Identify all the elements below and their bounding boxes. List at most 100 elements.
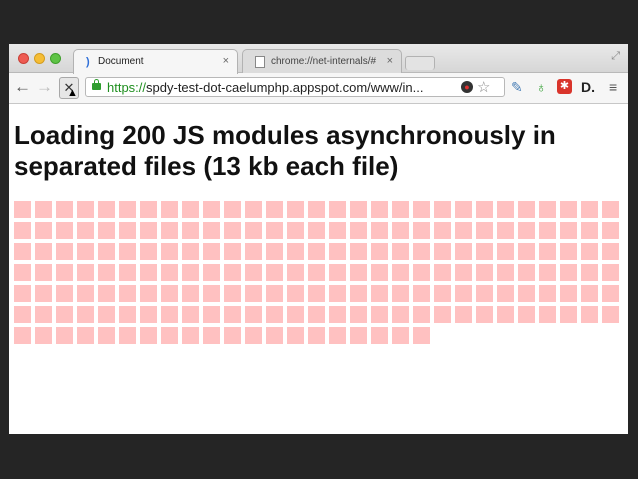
module-square (350, 264, 367, 281)
module-square (77, 243, 94, 260)
module-square (35, 306, 52, 323)
module-square (329, 243, 346, 260)
close-window-button[interactable] (18, 53, 29, 64)
red-extension-icon[interactable]: ✱ (557, 79, 572, 94)
module-square (224, 327, 241, 344)
minimize-window-button[interactable] (34, 53, 45, 64)
back-button[interactable]: ← (14, 78, 31, 96)
module-square (350, 222, 367, 239)
module-square (560, 264, 577, 281)
module-square (56, 243, 73, 260)
module-square (14, 327, 31, 344)
tab-document[interactable]: ) Document × (73, 49, 238, 74)
module-square (245, 264, 262, 281)
module-square (287, 201, 304, 218)
browser-window: ) Document × chrome://net-internals/# × … (9, 44, 628, 434)
module-square (455, 201, 472, 218)
eyedropper-icon[interactable]: ✎ (511, 79, 523, 95)
module-square (14, 222, 31, 239)
module-square (581, 243, 598, 260)
module-square (350, 201, 367, 218)
module-square (224, 222, 241, 239)
module-square (14, 264, 31, 281)
module-square (161, 264, 178, 281)
module-square (392, 327, 409, 344)
module-square (350, 306, 367, 323)
tab-close-icon[interactable]: × (387, 55, 393, 67)
module-square (308, 243, 325, 260)
module-square (392, 201, 409, 218)
title-bar: ) Document × chrome://net-internals/# × … (9, 44, 628, 74)
module-square (182, 285, 199, 302)
green-extension-icon[interactable]: ♁ (536, 79, 547, 95)
module-square (518, 222, 535, 239)
url-text: https://spdy-test-dot-caelumphp.appspot.… (107, 80, 452, 95)
zoom-window-button[interactable] (50, 53, 61, 64)
module-square (518, 264, 535, 281)
module-square (476, 243, 493, 260)
module-square (14, 243, 31, 260)
module-square (413, 243, 430, 260)
module-square (140, 285, 157, 302)
module-square (182, 222, 199, 239)
module-square (581, 306, 598, 323)
module-square (140, 264, 157, 281)
module-square (266, 285, 283, 302)
module-square (14, 285, 31, 302)
blocked-content-icon[interactable]: ● (461, 81, 473, 93)
module-square (560, 201, 577, 218)
module-square (455, 222, 472, 239)
new-tab-button[interactable] (405, 56, 435, 70)
module-square (434, 264, 451, 281)
forward-button[interactable]: → (36, 78, 53, 96)
module-square (392, 243, 409, 260)
fullscreen-icon[interactable]: ⤢ (611, 50, 620, 63)
module-square (581, 222, 598, 239)
module-square (98, 306, 115, 323)
module-square (224, 264, 241, 281)
module-square (140, 243, 157, 260)
module-square (266, 243, 283, 260)
module-square (581, 264, 598, 281)
module-square (35, 243, 52, 260)
module-square (413, 306, 430, 323)
menu-icon[interactable]: ≡ (609, 79, 617, 95)
module-square (434, 222, 451, 239)
module-square (245, 222, 262, 239)
module-square (518, 243, 535, 260)
module-square (392, 222, 409, 239)
module-square (392, 285, 409, 302)
d-extension-icon[interactable]: D. (581, 79, 595, 95)
module-square (455, 285, 472, 302)
tab-close-icon[interactable]: × (223, 55, 229, 67)
module-square (140, 306, 157, 323)
module-square (119, 327, 136, 344)
module-square (224, 306, 241, 323)
module-square (161, 222, 178, 239)
module-square (497, 201, 514, 218)
module-square (413, 264, 430, 281)
page-heading: Loading 200 JS modules asynchronously in… (14, 120, 556, 181)
tab-net-internals[interactable]: chrome://net-internals/# × (242, 49, 402, 73)
url-rest: spdy-test-dot-caelumphp.appspot.com/www/… (146, 80, 424, 95)
module-square (77, 264, 94, 281)
module-square (119, 285, 136, 302)
bookmark-star-icon[interactable]: ☆ (477, 78, 490, 96)
module-square (266, 327, 283, 344)
module-square (119, 201, 136, 218)
module-square (581, 285, 598, 302)
module-square (308, 222, 325, 239)
module-square (119, 243, 136, 260)
module-square (308, 327, 325, 344)
module-square (203, 264, 220, 281)
module-square (287, 306, 304, 323)
module-square (77, 222, 94, 239)
module-square (56, 201, 73, 218)
module-square (602, 285, 619, 302)
module-square (371, 201, 388, 218)
module-square (329, 264, 346, 281)
module-square (35, 285, 52, 302)
module-square (266, 306, 283, 323)
address-bar[interactable]: https://spdy-test-dot-caelumphp.appspot.… (85, 77, 505, 97)
module-square (518, 306, 535, 323)
